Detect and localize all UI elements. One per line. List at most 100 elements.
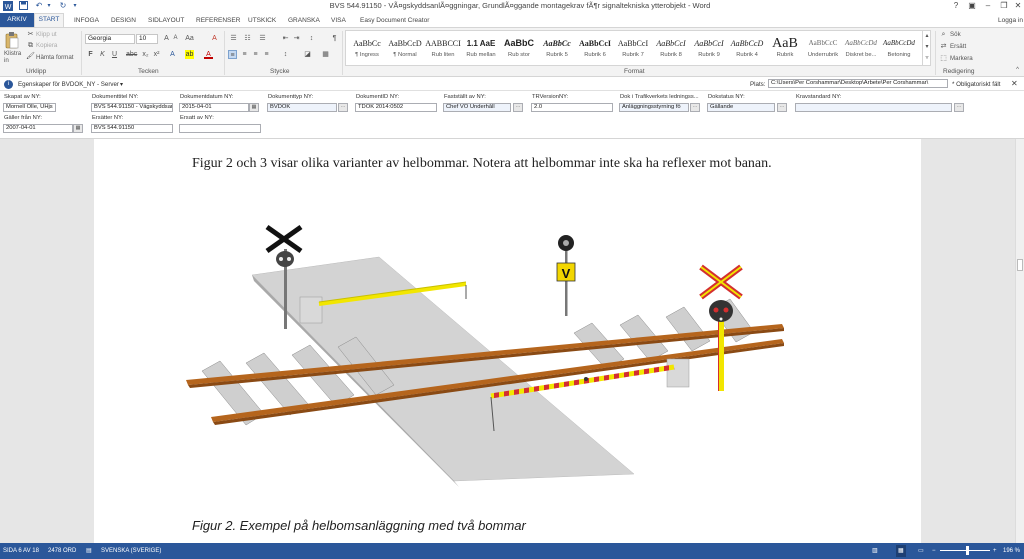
- calendar-icon[interactable]: ▦: [73, 124, 83, 133]
- zoom-in-icon[interactable]: +: [993, 545, 997, 557]
- format-painter-button[interactable]: Hämta format: [36, 54, 73, 61]
- tab-sidlayout[interactable]: SIDLAYOUT: [148, 15, 184, 27]
- paste-button[interactable]: Klistra in: [4, 50, 24, 64]
- tab-arkiv[interactable]: ARKIV: [0, 13, 34, 27]
- ersatt-av-input[interactable]: [179, 124, 261, 133]
- align-right-icon[interactable]: ≡: [251, 50, 260, 59]
- page-count[interactable]: SIDA 6 AV 18: [3, 545, 39, 557]
- style-rub-mellan[interactable]: 1.1 AaE Rub mellan: [462, 35, 500, 65]
- sign-in-link[interactable]: Logga in: [998, 15, 1023, 27]
- style-ingress[interactable]: AaBbCc ¶ Ingress: [348, 35, 386, 65]
- increase-indent-icon[interactable]: ⇥: [292, 34, 301, 43]
- docprops-title[interactable]: Egenskaper för BVDOK_NY - Server: [18, 81, 119, 88]
- proofing-icon[interactable]: ▤: [86, 545, 92, 557]
- ribbon-display-options-icon[interactable]: ▣: [964, 0, 980, 12]
- change-case-icon[interactable]: Aa: [185, 34, 194, 43]
- numbering-icon[interactable]: ☷: [243, 34, 252, 43]
- tab-granska[interactable]: GRANSKA: [288, 15, 320, 27]
- shrink-font-icon[interactable]: A: [171, 34, 180, 43]
- lookup-icon[interactable]: ⋯: [513, 103, 523, 112]
- read-mode-icon[interactable]: ▥: [872, 545, 878, 557]
- zoom-slider[interactable]: [940, 550, 990, 551]
- highlight-icon[interactable]: ab: [185, 50, 194, 59]
- tab-easy-document-creator[interactable]: Easy Document Creator: [360, 15, 429, 27]
- faststallt-av-input[interactable]: Chef VO Underhåll: [443, 103, 511, 112]
- tab-start[interactable]: START: [34, 13, 64, 27]
- kravstandard-input[interactable]: [795, 103, 952, 112]
- close-docprops-icon[interactable]: ✕: [1011, 79, 1018, 88]
- skapat-av-input[interactable]: Mornell Olle, UHjs: [3, 103, 56, 112]
- text-effects-icon[interactable]: A: [168, 50, 177, 59]
- style-rubrik-9[interactable]: AaBbCcI Rubrik 9: [690, 35, 728, 65]
- multilevel-list-icon[interactable]: ☰: [258, 34, 267, 43]
- superscript-icon[interactable]: x²: [152, 50, 161, 59]
- cut-button[interactable]: Klipp ut: [36, 31, 57, 38]
- tab-utskick[interactable]: UTSKICK: [248, 15, 276, 27]
- grow-font-icon[interactable]: A: [162, 34, 171, 43]
- location-field[interactable]: C:\Users\Per Corshammar\Desktop\Arbete\P…: [768, 79, 948, 88]
- font-size-combo[interactable]: 10: [136, 34, 158, 44]
- lookup-icon[interactable]: ⋯: [954, 103, 964, 112]
- vertical-scrollbar[interactable]: [1015, 139, 1024, 543]
- style-rubrik-4[interactable]: AaBbCcD Rubrik 4: [728, 35, 766, 65]
- sort-icon[interactable]: ↕: [307, 34, 316, 43]
- justify-icon[interactable]: ≡: [262, 50, 271, 59]
- style-rub-liten[interactable]: AABBCCI Rub liten: [424, 35, 462, 65]
- lookup-icon[interactable]: ⋯: [777, 103, 787, 112]
- shading-icon[interactable]: ◪: [303, 50, 312, 59]
- docprops-dropdown-icon[interactable]: ▾: [120, 81, 123, 88]
- dokumenttyp-input[interactable]: BVDOK: [267, 103, 337, 112]
- minimize-button[interactable]: –: [980, 0, 996, 12]
- style-underrubrik[interactable]: AaBbCcC Underrubrik: [804, 35, 842, 65]
- trversion-input[interactable]: 2.0: [531, 103, 613, 112]
- show-formatting-icon[interactable]: ¶: [330, 34, 339, 43]
- align-left-icon[interactable]: ≡: [228, 50, 237, 59]
- tab-infoga[interactable]: INFOGA: [74, 15, 99, 27]
- style-rubrik-7[interactable]: AaBbCcI Rubrik 7: [614, 35, 652, 65]
- help-button[interactable]: ?: [948, 0, 964, 12]
- tab-referenser[interactable]: REFERENSER: [196, 15, 240, 27]
- font-color-icon[interactable]: A: [204, 50, 213, 59]
- dokstatus-input[interactable]: Gällande: [707, 103, 775, 112]
- save-icon[interactable]: [18, 1, 28, 11]
- close-button[interactable]: ✕: [1010, 0, 1024, 12]
- strikethrough-icon[interactable]: abc: [126, 50, 137, 59]
- decrease-indent-icon[interactable]: ⇤: [281, 34, 290, 43]
- web-layout-icon[interactable]: ▭: [918, 545, 924, 557]
- bullets-icon[interactable]: ☰: [229, 34, 238, 43]
- zoom-out-icon[interactable]: −: [932, 545, 936, 557]
- subscript-icon[interactable]: x₂: [141, 50, 150, 59]
- undo-icon[interactable]: ↶: [34, 1, 44, 11]
- dokumentdatum-input[interactable]: 2015-04-01: [179, 103, 249, 112]
- zoom-slider-thumb[interactable]: [966, 546, 969, 555]
- align-center-icon[interactable]: ≡: [240, 50, 249, 59]
- select-button[interactable]: Markera: [950, 55, 973, 62]
- clear-formatting-icon[interactable]: A: [210, 34, 219, 43]
- underline-icon[interactable]: U: [110, 50, 119, 59]
- style-rubrik-6[interactable]: AaBbCcI Rubrik 6: [576, 35, 614, 65]
- language-indicator[interactable]: SVENSKA (SVERIGE): [101, 545, 161, 557]
- style-rubrik-5[interactable]: AaBbCc Rubrik 5: [538, 35, 576, 65]
- zoom-level[interactable]: 196 %: [1003, 545, 1020, 557]
- paste-icon[interactable]: [4, 31, 20, 49]
- dokumenttitel-input[interactable]: BVS 544.91150 - Vägskyddsar: [91, 103, 173, 112]
- customize-qat-icon[interactable]: ▾: [70, 1, 80, 11]
- print-layout-icon[interactable]: ▦: [896, 545, 906, 557]
- style-rubrik-8[interactable]: AaBbCcI Rubrik 8: [652, 35, 690, 65]
- tab-design[interactable]: DESIGN: [111, 15, 136, 27]
- figure-caption[interactable]: Figur 2. Exempel på helbomsanläggning me…: [192, 518, 526, 533]
- lookup-icon[interactable]: ⋯: [690, 103, 700, 112]
- dokumentid-input[interactable]: TDOK 2014:0502: [355, 103, 437, 112]
- lookup-icon[interactable]: ⋯: [338, 103, 348, 112]
- style-normal[interactable]: AaBbCcD ¶ Normal: [386, 35, 424, 65]
- copy-button[interactable]: Kopiera: [36, 42, 57, 49]
- style-rub-stor[interactable]: AaBbC Rub stor: [500, 35, 538, 65]
- document-page[interactable]: Figur 2 och 3 visar olika varianter av h…: [94, 139, 921, 543]
- styles-scroll[interactable]: ▴ ▾ ▿: [922, 31, 931, 65]
- replace-button[interactable]: Ersätt: [950, 43, 966, 50]
- ersatter-input[interactable]: BVS 544.91150: [91, 124, 173, 133]
- redo-icon[interactable]: ↻: [58, 1, 68, 11]
- collapse-ribbon-icon[interactable]: ^: [1013, 66, 1022, 75]
- font-name-combo[interactable]: Georgia: [85, 34, 135, 44]
- line-spacing-icon[interactable]: ↕: [281, 50, 290, 59]
